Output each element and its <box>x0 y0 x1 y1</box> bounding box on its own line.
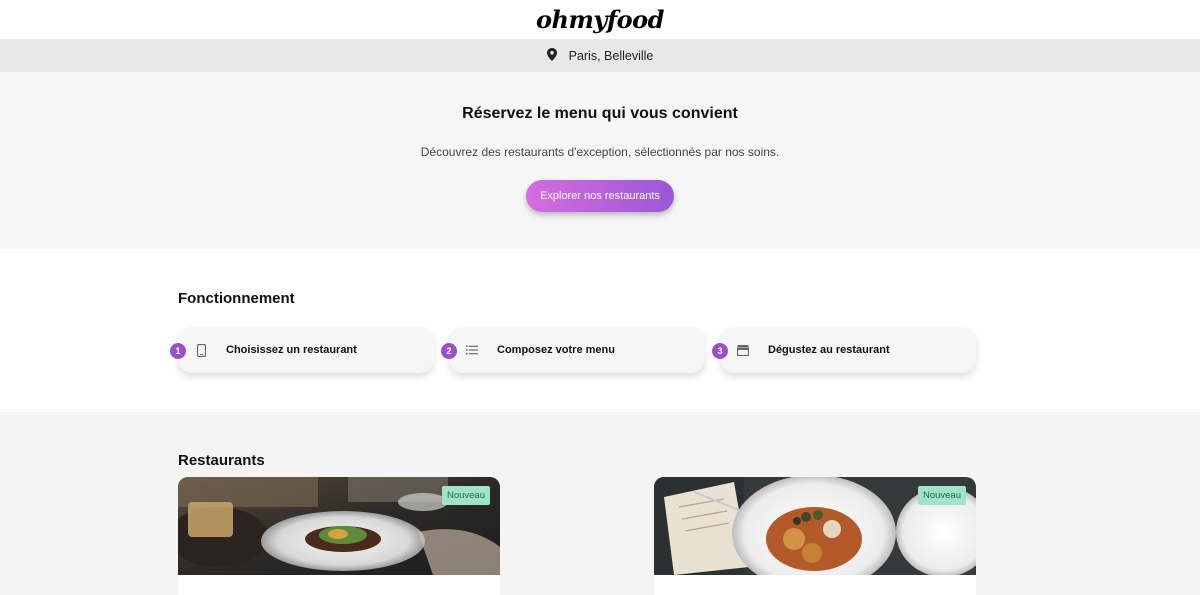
site-header: ohmyfood <box>0 0 1200 39</box>
step-card-choose-restaurant: 1 Choisissez un restaurant <box>170 327 434 373</box>
explore-restaurants-button[interactable]: Explorer nos restaurants <box>526 180 674 212</box>
step-card-enjoy-restaurant: 3 Dégustez au restaurant <box>712 327 976 373</box>
restaurants-section: Restaurants Nouveau Nouveau <box>0 412 1200 595</box>
card-body <box>654 575 976 595</box>
step-label: Composez votre menu <box>497 344 615 356</box>
how-it-works-title: Fonctionnement <box>178 290 295 307</box>
step-label: Dégustez au restaurant <box>768 344 890 356</box>
hero-subtitle: Découvrez des restaurants d'exception, s… <box>420 145 780 159</box>
restaurant-card[interactable]: Nouveau <box>178 477 500 595</box>
step-number: 3 <box>712 343 728 359</box>
logo[interactable]: ohmyfood <box>536 5 664 34</box>
restaurant-cards: Nouveau Nouveau <box>178 477 1200 595</box>
location-text: Paris, Belleville <box>568 48 654 63</box>
store-icon <box>736 343 750 357</box>
step-card-compose-menu: 2 Composez votre menu <box>441 327 705 373</box>
location-pin-icon <box>546 47 557 64</box>
list-icon <box>465 343 479 357</box>
restaurant-card[interactable]: Nouveau <box>654 477 976 595</box>
step-label: Choisissez un restaurant <box>226 344 357 356</box>
card-body <box>178 575 500 595</box>
new-badge: Nouveau <box>441 486 490 505</box>
step-number: 2 <box>441 343 457 359</box>
location-bar: Paris, Belleville <box>0 39 1200 72</box>
hero-section: Réservez le menu qui vous convient Décou… <box>0 72 1200 249</box>
steps-list: 1 Choisissez un restaurant 2 Composez vo… <box>170 327 1200 373</box>
mobile-phone-icon <box>194 343 208 357</box>
how-it-works-section: Fonctionnement 1 Choisissez un restauran… <box>0 249 1200 412</box>
step-number: 1 <box>170 343 186 359</box>
restaurant-photo: Nouveau <box>654 477 976 575</box>
restaurant-photo: Nouveau <box>178 477 500 575</box>
restaurants-title: Restaurants <box>178 452 265 469</box>
hero-title: Réservez le menu qui vous convient <box>462 105 738 122</box>
new-badge: Nouveau <box>917 486 966 505</box>
